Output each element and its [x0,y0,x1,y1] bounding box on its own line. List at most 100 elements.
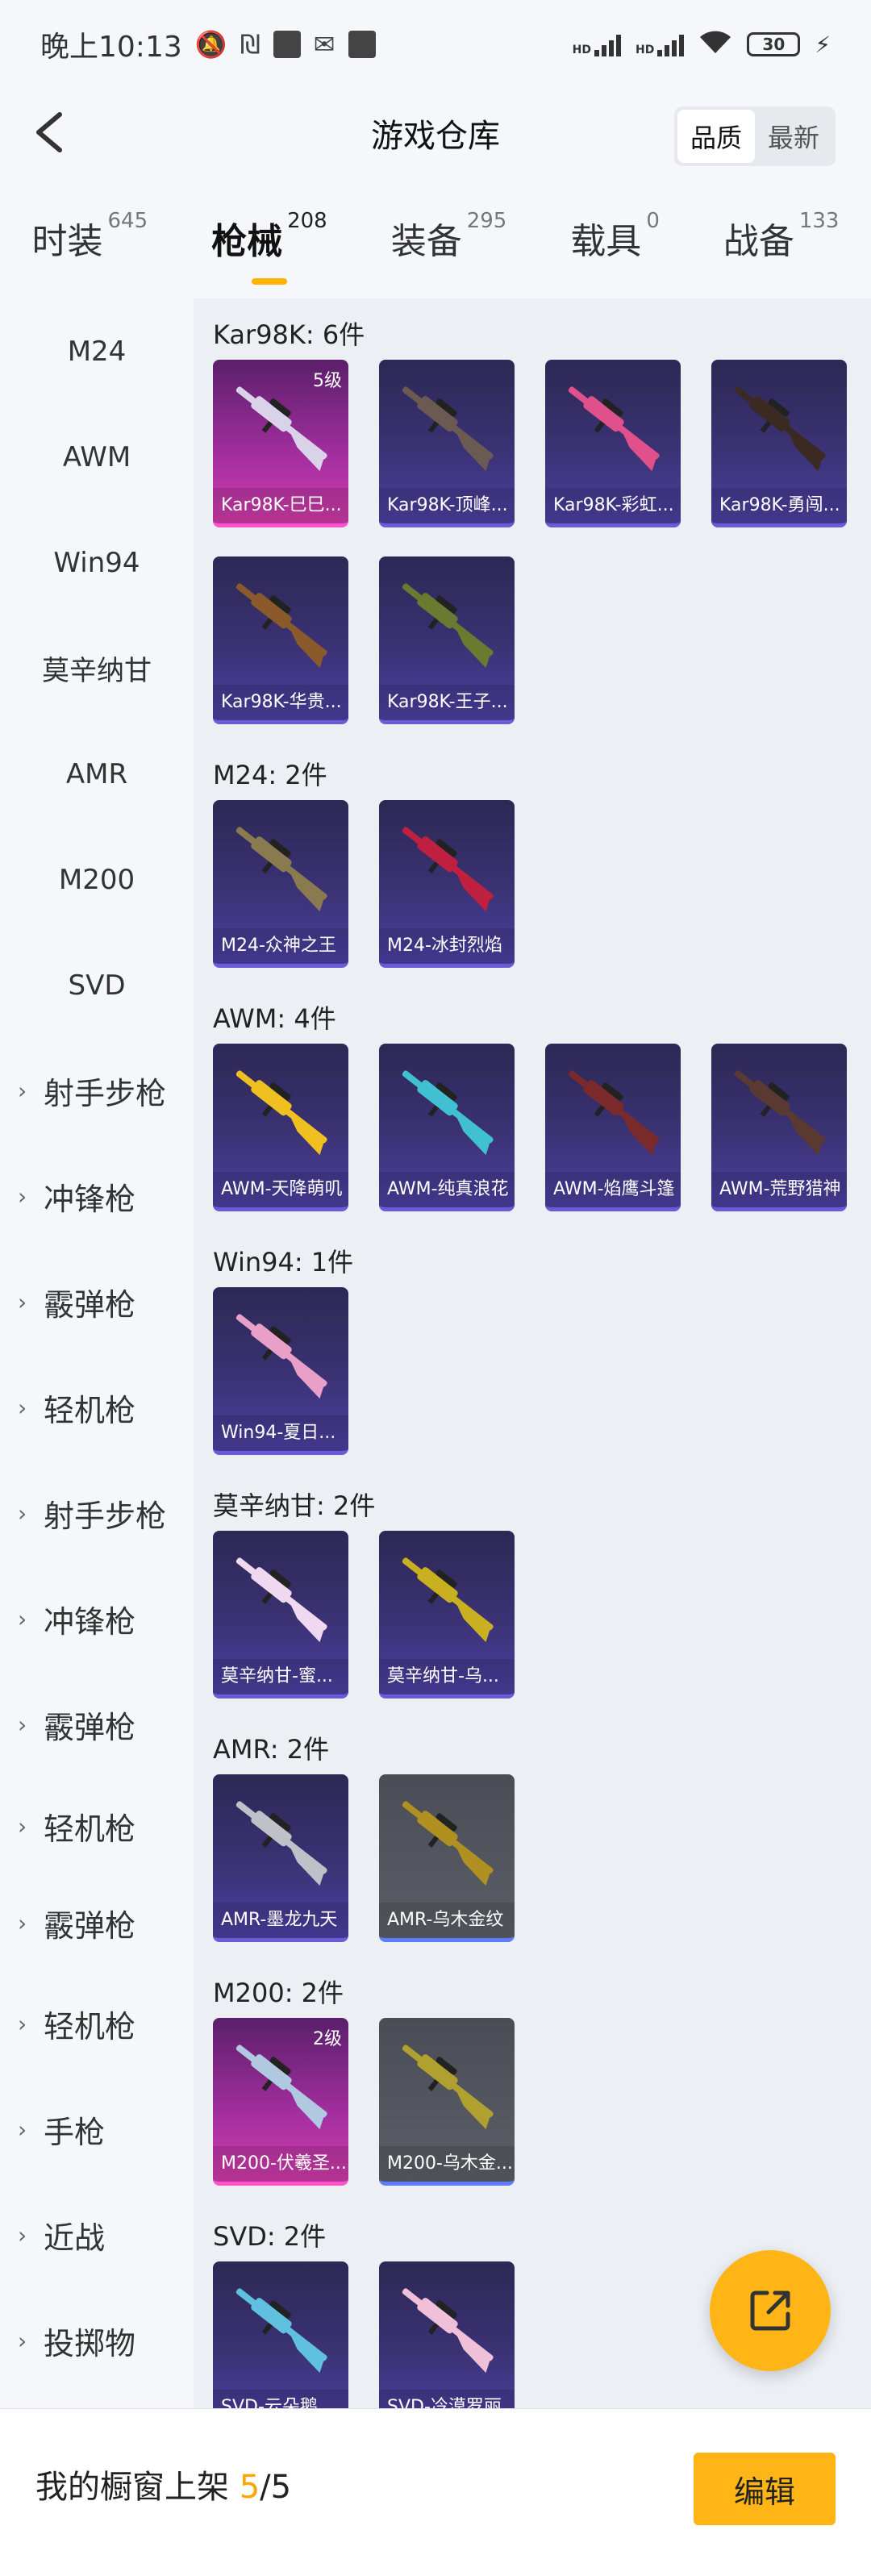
tab-vehicles[interactable]: 载具 0 [570,209,660,264]
skin-name: AMR-墨龙九天 [213,1903,348,1938]
rifle-icon [568,386,660,472]
wifi-icon [698,29,732,60]
tab-label: 载具 [570,221,642,262]
showcase-label: 我的橱窗上架 [35,2469,229,2506]
sidebar-group-shotgun[interactable]: › 霰弹枪 [0,1874,194,1971]
sidebar-item-m200[interactable]: M200 [0,827,194,932]
chevron-right-icon: › [18,1183,27,1210]
nfc-icon: ₪ [240,29,260,60]
sidebar-group-marksman[interactable]: › 射手步枪 [0,1038,194,1144]
active-tab-indicator [252,278,288,285]
skin-name: Kar98K-顶峰... [379,488,515,523]
sidebar-item-awm[interactable]: AWM [0,404,194,510]
section-title: AMR: 2件 [213,1734,330,1765]
sidebar-group-label: 轻机枪 [44,1811,136,1847]
sidebar-group-lmg[interactable]: › 轻机枪 [0,1971,194,2077]
weapon-skin-card[interactable]: Kar98K-王子... [379,556,515,724]
share-button[interactable] [710,2250,831,2371]
weapon-skin-card[interactable]: M24-众神之王 [213,800,348,968]
weapon-skin-card[interactable]: 5级 Kar98K-巳巳... [213,360,348,527]
tab-count: 295 [466,209,507,233]
sidebar-item-label: 莫辛纳甘 [42,655,152,687]
tab-label: 装备 [390,221,462,262]
rifle-icon [734,1070,826,1156]
sidebar-group-label: 手枪 [44,2115,106,2150]
hd-label: HD [635,44,655,56]
sidebar-group-throwables[interactable]: › 投掷物 [0,2288,194,2394]
weapon-skin-card[interactable]: SVD-冷漠罗丽 [379,2261,515,2408]
skin-name: 莫辛纳甘-乌... [379,1659,515,1694]
section-kar98k: Kar98K: 6件 5级 Kar98K-巳巳... Kar98K-顶峰... Kar… [213,298,871,739]
skin-name: AWM-天降萌叽 [213,1172,348,1207]
tab-count: 0 [646,209,660,233]
sidebar-item-svd[interactable]: SVD [0,932,194,1038]
tab-firearms[interactable]: 枪械 208 [211,209,327,285]
section-awm: AWM: 4件 AWM-天降萌叽 AWM-纯真浪花 AWM-焰鹰斗篷 AWM-荒野猎神 [213,982,871,1226]
sidebar-group-lmg[interactable]: › 轻机枪 [0,1778,194,1874]
weapon-skin-card[interactable]: Kar98K-彩虹... [545,360,681,527]
section-title: 莫辛纳甘: 2件 [213,1490,376,1521]
weapon-skin-card[interactable]: M24-冰封烈焰 [379,800,515,968]
tab-fashion[interactable]: 时装 645 [31,209,148,264]
sidebar-item-label: M24 [67,335,127,368]
weapon-skin-card[interactable]: AWM-荒野猎神 [711,1044,847,1211]
sidebar-group-label: 投掷物 [44,2326,136,2361]
sidebar-item-amr[interactable]: AMR [0,721,194,827]
showcase-bar: 我的橱窗上架 5/5 编辑 [0,2408,871,2576]
sort-latest-button[interactable]: 最新 [755,110,832,163]
weapon-skin-card[interactable]: Win94-夏日... [213,1287,348,1455]
weapon-skin-card[interactable]: AMR-乌木金纹 [379,1774,515,1942]
skin-name: AMR-乌木金纹 [379,1903,515,1938]
weapon-skin-card[interactable]: Kar98K-勇闯... [711,360,847,527]
rifle-icon [235,583,327,669]
weapon-skin-card[interactable]: AWM-焰鹰斗篷 [545,1044,681,1211]
page-title: 游戏仓库 [371,118,500,155]
sidebar-group-smg[interactable]: › 冲锋枪 [0,1144,194,1249]
sidebar-group-smg[interactable]: › 冲锋枪 [0,1566,194,1672]
weapon-skin-card[interactable]: 莫辛纳甘-蜜... [213,1531,348,1699]
sort-quality-button[interactable]: 品质 [677,110,755,163]
sidebar-group-marksman[interactable]: › 射手步枪 [0,1461,194,1566]
weapon-skin-card[interactable]: AWM-天降萌叽 [213,1044,348,1211]
edit-button[interactable]: 编辑 [694,2453,836,2525]
chevron-right-icon: › [18,1289,27,1315]
skin-name: AWM-焰鹰斗篷 [545,1172,681,1207]
signal-icon: HD [573,32,621,56]
sidebar-group-label: 霰弹枪 [44,1710,136,1745]
weapon-skin-card[interactable]: 2级 M200-伏羲圣... [213,2018,348,2186]
weapon-skin-card[interactable]: Kar98K-顶峰... [379,360,515,527]
tab-equipment[interactable]: 装备 295 [390,209,507,264]
tab-label: 战备 [723,221,794,262]
weapon-skin-card[interactable]: Kar98K-华贵... [213,556,348,724]
weapon-skin-card[interactable]: M200-乌木金... [379,2018,515,2186]
rifle-icon [402,1801,494,1886]
back-button[interactable] [24,108,73,156]
weapon-skin-card[interactable]: AWM-纯真浪花 [379,1044,515,1211]
category-tabs: 时装 645 枪械 208 装备 295 载具 0 战备 133 [0,177,871,298]
chevron-right-icon: › [18,2222,27,2249]
sidebar-group-shotgun[interactable]: › 霰弹枪 [0,1672,194,1778]
charging-icon: ⚡ [815,31,831,58]
tab-supplies[interactable]: 战备 133 [723,209,840,264]
rifle-icon [402,1070,494,1156]
sidebar-group-melee[interactable]: › 近战 [0,2182,194,2288]
weapon-skin-card[interactable]: 莫辛纳甘-乌... [379,1531,515,1699]
sidebar-group-lmg[interactable]: › 轻机枪 [0,1355,194,1461]
weapon-skin-card[interactable]: AMR-墨龙九天 [213,1774,348,1942]
chevron-right-icon: › [18,1078,27,1104]
rifle-icon [402,827,494,912]
weapon-skin-card[interactable]: SVD-云朵鹅 [213,2261,348,2408]
skin-name: Kar98K-华贵... [213,685,348,720]
skin-name: 莫辛纳甘-蜜... [213,1659,348,1694]
chevron-right-icon: › [18,1606,27,1632]
sidebar-item-m24[interactable]: M24 [0,298,194,404]
skin-name: SVD-冷漠罗丽 [379,2390,515,2408]
sidebar-item-mosin[interactable]: 莫辛纳甘 [0,615,194,721]
rifle-icon [568,1070,660,1156]
app-notification-icon [348,31,376,58]
rifle-icon [734,386,826,472]
sidebar-item-win94[interactable]: Win94 [0,510,194,615]
sidebar-group-shotgun[interactable]: › 霰弹枪 [0,1249,194,1355]
sidebar-group-pistol[interactable]: › 手枪 [0,2077,194,2182]
skin-name: AWM-荒野猎神 [711,1172,847,1207]
